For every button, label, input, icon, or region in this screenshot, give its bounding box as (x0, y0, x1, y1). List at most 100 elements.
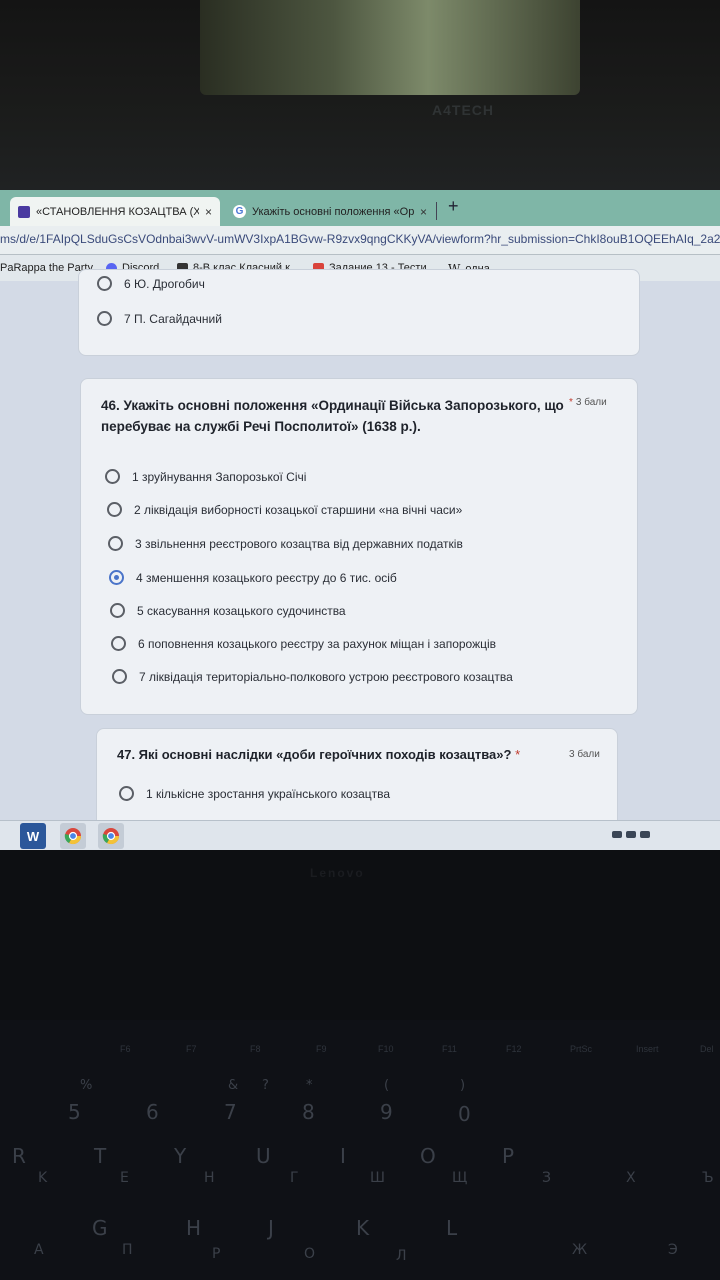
system-tray (612, 831, 650, 838)
option-row[interactable]: 7 П. Сагайдачний (97, 311, 222, 326)
radio-button[interactable] (110, 603, 125, 618)
radio-button[interactable] (105, 469, 120, 484)
key-label: ( (384, 1078, 390, 1093)
radio-button[interactable] (108, 536, 123, 551)
key-label: Щ (452, 1170, 468, 1186)
chrome-icon[interactable] (60, 823, 86, 849)
key-label: E (120, 1170, 129, 1186)
option-row[interactable]: 5 скасування козацького судочинства (110, 603, 346, 618)
close-icon[interactable]: × (420, 205, 427, 219)
question-title: 47. Які основні наслідки «доби героїчних… (117, 744, 523, 765)
option-row[interactable]: 6 поповнення козацького реєстру за рахун… (111, 636, 496, 651)
radio-button[interactable] (112, 669, 127, 684)
key-label: G (92, 1216, 108, 1240)
key-label: PrtSc (570, 1044, 593, 1054)
chrome-profile-icon[interactable] (98, 823, 124, 849)
key-label: Ш (370, 1170, 385, 1186)
key-label: F10 (378, 1044, 394, 1054)
question-title: 46. Укажіть основні положення «Ординації… (101, 395, 564, 437)
battery-icon[interactable] (626, 831, 636, 838)
option-label: 6 поповнення козацького реєстру за рахун… (138, 636, 497, 651)
windows-taskbar: W (0, 820, 720, 850)
laptop-screen: «СТАНОВЛЕННЯ КОЗАЦТВА (XV × G Укажіть ос… (0, 190, 720, 850)
key-label: K (356, 1216, 370, 1240)
points-label: * 3 бали (569, 397, 607, 408)
radio-button[interactable] (97, 276, 112, 291)
option-label: 1 зруйнування Запорозької Січі (132, 469, 307, 484)
question-card-45: 6 Ю. Дрогобич 7 П. Сагайдачний (78, 269, 640, 356)
key-label: ? (262, 1078, 269, 1093)
option-row[interactable]: 2 ліквідація виборності козацької старши… (107, 502, 462, 517)
key-label: Ж (572, 1242, 588, 1258)
key-label: 5 (68, 1100, 81, 1124)
key-label: Insert (636, 1044, 659, 1054)
key-label: Del (700, 1044, 714, 1054)
network-icon[interactable] (612, 831, 622, 838)
required-marker: * (515, 747, 521, 762)
key-label: R (12, 1144, 26, 1168)
key-label: F12 (506, 1044, 522, 1054)
tab-forms[interactable]: «СТАНОВЛЕННЯ КОЗАЦТВА (XV × (10, 197, 220, 226)
key-label: T (94, 1144, 107, 1168)
tab-google-search[interactable]: G Укажіть основні положення «Ор × (225, 197, 435, 226)
tab-label: «СТАНОВЛЕННЯ КОЗАЦТВА (XV (36, 205, 199, 218)
radio-button[interactable] (111, 636, 126, 651)
monitor-brand-label: A4TECH (432, 102, 495, 118)
key-label: 6 (146, 1100, 159, 1124)
key-label: & (228, 1078, 239, 1093)
room-background: A4TECH (0, 0, 720, 190)
question-card-46: 46. Укажіть основні положення «Ординації… (80, 378, 638, 715)
key-label: F9 (316, 1044, 327, 1054)
volume-icon[interactable] (640, 831, 650, 838)
radio-button-checked[interactable] (109, 570, 124, 585)
key-label: H (204, 1170, 215, 1186)
key-label: F8 (250, 1044, 261, 1054)
radio-button[interactable] (107, 502, 122, 517)
key-label: O (304, 1246, 316, 1262)
key-label: З (542, 1170, 551, 1186)
key-label: J (268, 1216, 274, 1240)
option-label: 7 П. Сагайдачний (124, 311, 222, 326)
radio-button[interactable] (119, 786, 134, 801)
option-row[interactable]: 1 кількісне зростання українського козац… (119, 786, 390, 801)
word-icon[interactable]: W (20, 823, 46, 849)
key-label: O (420, 1144, 436, 1168)
key-label: Л (396, 1248, 407, 1264)
key-label: Г (290, 1170, 299, 1186)
option-label: 6 Ю. Дрогобич (124, 276, 205, 291)
key-label: Y (174, 1144, 187, 1168)
browser-tab-bar: «СТАНОВЛЕННЯ КОЗАЦТВА (XV × G Укажіть ос… (0, 190, 720, 226)
close-icon[interactable]: × (205, 205, 212, 219)
question-title-line: перебуває на службі Речі Посполитої» (16… (101, 419, 421, 434)
key-label: Э (668, 1242, 678, 1258)
key-label: A (34, 1242, 44, 1258)
address-url[interactable]: ms/d/e/1FAIpQLSduGsCsVOdnbai3wvV-umWV3Ix… (0, 232, 720, 246)
radio-button[interactable] (97, 311, 112, 326)
background-plant-scene (200, 0, 580, 95)
option-label: 5 скасування козацького судочинства (137, 603, 346, 618)
google-g-icon: G (233, 205, 246, 218)
option-row[interactable]: 3 звільнення реєстрового козацтва від де… (108, 536, 463, 551)
tab-divider (436, 202, 437, 220)
key-label: 9 (380, 1100, 393, 1124)
option-row[interactable]: 6 Ю. Дрогобич (97, 276, 205, 291)
key-label: П (122, 1242, 133, 1258)
option-label: 7 ліквідація територіально-полкового уст… (139, 669, 513, 684)
option-label: 2 ліквідація виборності козацької старши… (134, 502, 463, 517)
key-label: % (80, 1078, 93, 1093)
key-label: 8 (302, 1100, 315, 1124)
laptop-brand-label: Lenovo (310, 866, 365, 880)
key-label: I (340, 1144, 346, 1168)
option-row[interactable]: 7 ліквідація територіально-полкового уст… (112, 669, 513, 684)
key-label: F6 (120, 1044, 131, 1054)
option-row-selected[interactable]: 4 зменшення козацького реєстру до 6 тис.… (109, 570, 397, 585)
key-label: L (446, 1216, 458, 1240)
form-page: 6 Ю. Дрогобич 7 П. Сагайдачний 46. Укажі… (0, 269, 720, 850)
key-label: U (256, 1144, 271, 1168)
address-bar[interactable]: ms/d/e/1FAIpQLSduGsCsVOdnbai3wvV-umWV3Ix… (0, 226, 720, 255)
option-row[interactable]: 1 зруйнування Запорозької Січі (105, 469, 306, 484)
laptop-keyboard: F6 F7 F8 F9 F10 F11 F12 PrtSc Insert Del… (0, 1020, 720, 1280)
key-label: ) (460, 1078, 466, 1093)
new-tab-button[interactable]: + (448, 196, 459, 217)
tab-label: Укажіть основні положення «Ор (252, 205, 414, 218)
